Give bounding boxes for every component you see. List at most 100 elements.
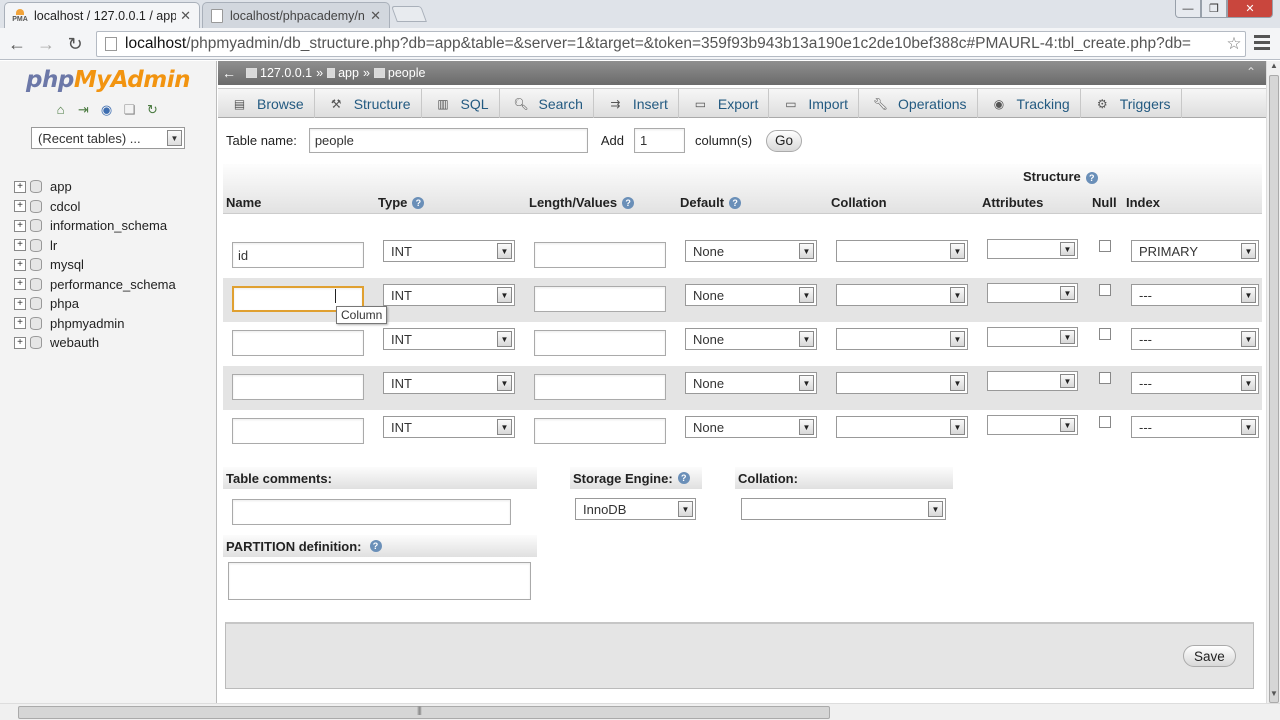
breadcrumb-database[interactable]: app [338, 66, 359, 80]
column-default-select[interactable]: None ▼ [685, 284, 817, 306]
column-null-checkbox[interactable] [1099, 284, 1111, 296]
dropdown-arrow-icon[interactable]: ▼ [950, 287, 965, 303]
browser-tab-phpmyadmin[interactable]: PMA localhost / 127.0.0.1 / app ✕ [4, 2, 200, 28]
column-default-select[interactable]: None ▼ [685, 372, 817, 394]
phpmyadmin-logo[interactable]: phpMyAdmin [26, 67, 190, 93]
help-icon[interactable]: ? [1085, 172, 1098, 184]
column-collation-select[interactable]: ▼ [836, 284, 968, 306]
column-collation-select[interactable]: ▼ [836, 328, 968, 350]
dropdown-arrow-icon[interactable]: ▼ [950, 419, 965, 435]
column-attributes-select[interactable]: ▼ [987, 327, 1078, 347]
column-length-input[interactable] [534, 242, 666, 268]
bookmark-star-icon[interactable]: ☆ [1223, 34, 1245, 54]
partition-definition-textarea[interactable] [228, 562, 531, 600]
column-length-input[interactable] [534, 330, 666, 356]
scrollbar-thumb[interactable] [18, 705, 830, 719]
help-icon[interactable]: ? [412, 196, 425, 209]
database-item[interactable]: + performance_schema [14, 275, 176, 295]
dropdown-arrow-icon[interactable]: ▼ [1241, 287, 1256, 303]
column-attributes-select[interactable]: ▼ [987, 283, 1078, 303]
close-window-button[interactable]: ✕ [1227, 0, 1273, 18]
dropdown-arrow-icon[interactable]: ▼ [497, 331, 512, 347]
column-type-select[interactable]: INT ▼ [383, 328, 515, 350]
tab-sql[interactable]: ▥ SQL [422, 89, 500, 118]
dropdown-arrow-icon[interactable]: ▼ [1060, 242, 1075, 256]
storage-engine-select[interactable]: InnoDB ▼ [575, 498, 696, 520]
expand-icon[interactable]: + [14, 239, 26, 252]
column-name-input[interactable]: id [232, 242, 364, 268]
logout-icon[interactable]: ⇥ [75, 101, 92, 118]
tab-close-icon[interactable]: ✕ [180, 8, 191, 24]
vertical-scrollbar[interactable]: ▲ ▼ [1266, 61, 1280, 703]
tab-structure[interactable]: ⚒ Structure [315, 89, 422, 118]
dropdown-arrow-icon[interactable]: ▼ [167, 130, 182, 146]
table-comments-input[interactable] [232, 499, 511, 525]
database-item[interactable]: + information_schema [14, 216, 176, 236]
docs-icon[interactable]: ◉ [98, 101, 115, 118]
column-name-input[interactable] [232, 418, 364, 444]
column-null-checkbox[interactable] [1099, 416, 1111, 428]
dropdown-arrow-icon[interactable]: ▼ [799, 331, 814, 347]
column-name-input[interactable] [232, 330, 364, 356]
reload-icon[interactable]: ↻ [62, 32, 88, 56]
database-item[interactable]: + lr [14, 236, 176, 256]
column-index-select[interactable]: PRIMARY ▼ [1131, 240, 1259, 262]
dropdown-arrow-icon[interactable]: ▼ [497, 419, 512, 435]
column-length-input[interactable] [534, 286, 666, 312]
dropdown-arrow-icon[interactable]: ▼ [678, 501, 693, 517]
dropdown-arrow-icon[interactable]: ▼ [497, 287, 512, 303]
tab-browse[interactable]: ▤ Browse [218, 89, 315, 118]
tab-search[interactable]: 🔍︎ Search [500, 89, 594, 118]
breadcrumb-server[interactable]: 127.0.0.1 [260, 66, 312, 80]
column-attributes-select[interactable]: ▼ [987, 239, 1078, 259]
database-item[interactable]: + phpmyadmin [14, 314, 176, 334]
dropdown-arrow-icon[interactable]: ▼ [1241, 419, 1256, 435]
dropdown-arrow-icon[interactable]: ▼ [1241, 243, 1256, 259]
dropdown-arrow-icon[interactable]: ▼ [497, 375, 512, 391]
database-item[interactable]: + app [14, 177, 176, 197]
column-length-input[interactable] [534, 418, 666, 444]
scroll-up-icon[interactable]: ▲ [1267, 61, 1280, 75]
expand-icon[interactable]: + [14, 219, 26, 232]
dropdown-arrow-icon[interactable]: ▼ [799, 419, 814, 435]
expand-icon[interactable]: + [14, 278, 26, 291]
tab-operations[interactable]: 🔧︎ Operations [859, 89, 978, 118]
minimize-window-button[interactable]: — [1175, 0, 1201, 18]
horizontal-scrollbar[interactable] [0, 703, 1280, 720]
tab-insert[interactable]: ⇉ Insert [594, 89, 679, 118]
expand-icon[interactable]: + [14, 336, 26, 349]
column-default-select[interactable]: None ▼ [685, 328, 817, 350]
column-index-select[interactable]: --- ▼ [1131, 416, 1259, 438]
recent-tables-select[interactable]: (Recent tables) ... ▼ [31, 127, 185, 149]
dropdown-arrow-icon[interactable]: ▼ [799, 287, 814, 303]
column-type-select[interactable]: INT ▼ [383, 416, 515, 438]
tab-triggers[interactable]: ⚙ Triggers [1081, 89, 1182, 118]
go-button[interactable]: Go [766, 129, 803, 152]
column-default-select[interactable]: None ▼ [685, 416, 817, 438]
help-icon[interactable]: ? [729, 196, 742, 209]
dropdown-arrow-icon[interactable]: ▼ [799, 243, 814, 259]
column-attributes-select[interactable]: ▼ [987, 415, 1078, 435]
breadcrumb-table[interactable]: people [388, 66, 426, 80]
address-bar[interactable]: localhost/phpmyadmin/db_structure.php?db… [96, 31, 1246, 57]
expand-icon[interactable]: + [14, 297, 26, 310]
column-index-select[interactable]: --- ▼ [1131, 372, 1259, 394]
database-item[interactable]: + webauth [14, 333, 176, 353]
column-null-checkbox[interactable] [1099, 328, 1111, 340]
collapse-up-icon[interactable]: ⌃ [1246, 65, 1256, 79]
scroll-down-icon[interactable]: ▼ [1267, 689, 1280, 703]
tab-tracking[interactable]: ◉ Tracking [978, 89, 1081, 118]
expand-icon[interactable]: + [14, 258, 26, 271]
dropdown-arrow-icon[interactable]: ▼ [950, 243, 965, 259]
expand-icon[interactable]: + [14, 180, 26, 193]
dropdown-arrow-icon[interactable]: ▼ [1241, 331, 1256, 347]
column-default-select[interactable]: None ▼ [685, 240, 817, 262]
column-collation-select[interactable]: ▼ [836, 240, 968, 262]
maximize-window-button[interactable]: ❐ [1201, 0, 1227, 18]
back-arrow-icon[interactable]: ← [4, 32, 30, 56]
column-type-select[interactable]: INT ▼ [383, 372, 515, 394]
tab-import[interactable]: ▭ Import [769, 89, 860, 118]
table-collation-select[interactable]: ▼ [741, 498, 946, 520]
dropdown-arrow-icon[interactable]: ▼ [950, 331, 965, 347]
dropdown-arrow-icon[interactable]: ▼ [1060, 374, 1075, 388]
